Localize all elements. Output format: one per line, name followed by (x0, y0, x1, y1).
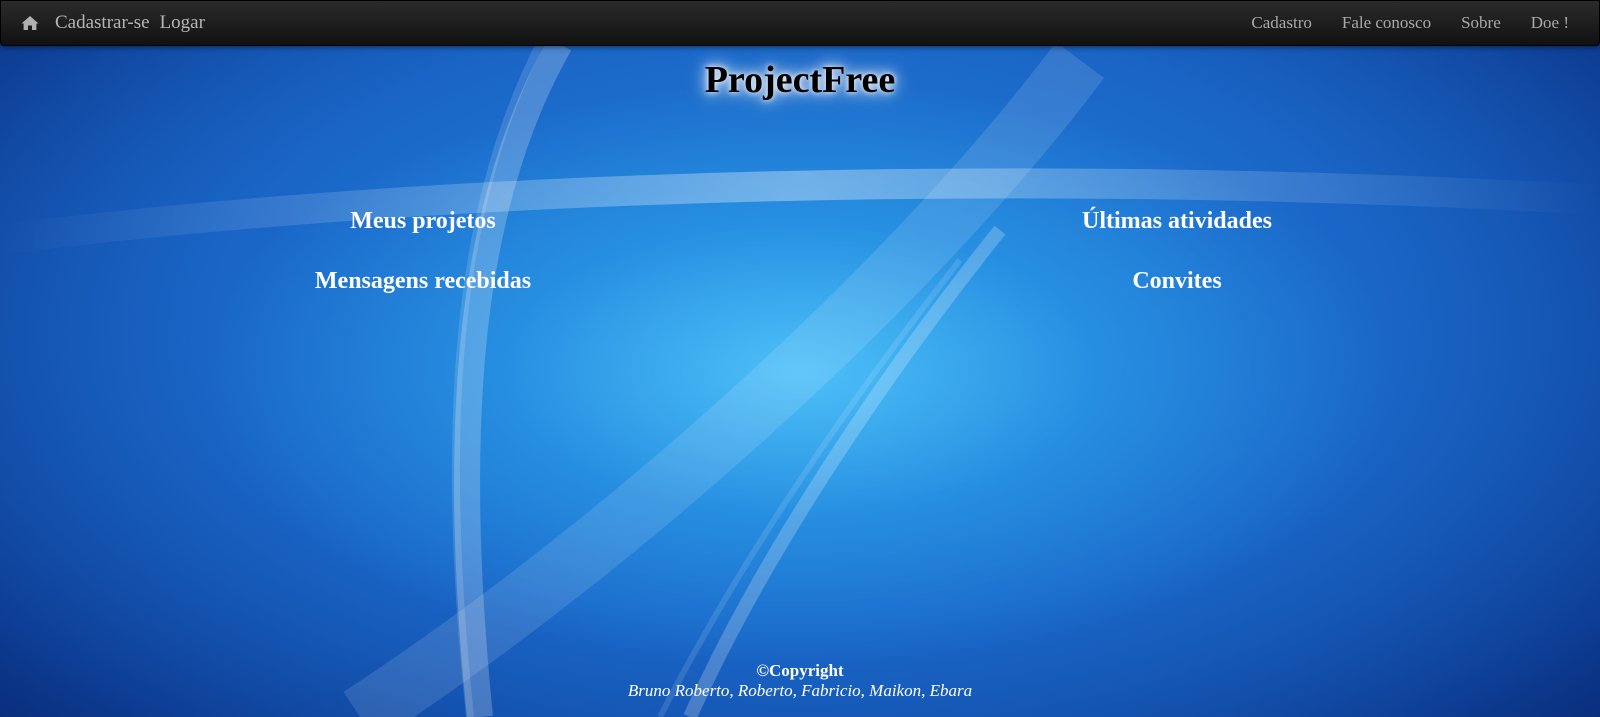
copyright-text: ©Copyright (756, 661, 844, 680)
ultimas-atividades-link[interactable]: Últimas atividades (927, 208, 1427, 235)
nav-doe-link[interactable]: Doe ! (1531, 13, 1569, 33)
page-title: ProjectFree (704, 59, 896, 101)
logar-link[interactable]: Logar (160, 12, 205, 34)
nav-fale-conosco-link[interactable]: Fale conosco (1342, 13, 1431, 33)
home-icon (21, 16, 39, 30)
background-streaks (0, 37, 1600, 717)
mensagens-recebidas-link[interactable]: Mensagens recebidas (173, 268, 673, 295)
home-link[interactable] (21, 15, 39, 31)
top-navbar: Cadastrar-se Logar Cadastro Fale conosco… (0, 0, 1600, 46)
footer: ©Copyright Bruno Roberto, Roberto, Fabri… (0, 661, 1600, 701)
navbar-right: Cadastro Fale conosco Sobre Doe ! (1221, 1, 1569, 45)
authors-text: Bruno Roberto, Roberto, Fabricio, Maikon… (627, 681, 973, 700)
nav-cadastro-link[interactable]: Cadastro (1251, 13, 1311, 33)
navbar-left: Cadastrar-se Logar (21, 1, 215, 45)
nav-sobre-link[interactable]: Sobre (1461, 13, 1501, 33)
cadastrar-se-link[interactable]: Cadastrar-se (55, 12, 150, 34)
meus-projetos-link[interactable]: Meus projetos (173, 208, 673, 235)
convites-link[interactable]: Convites (927, 268, 1427, 295)
